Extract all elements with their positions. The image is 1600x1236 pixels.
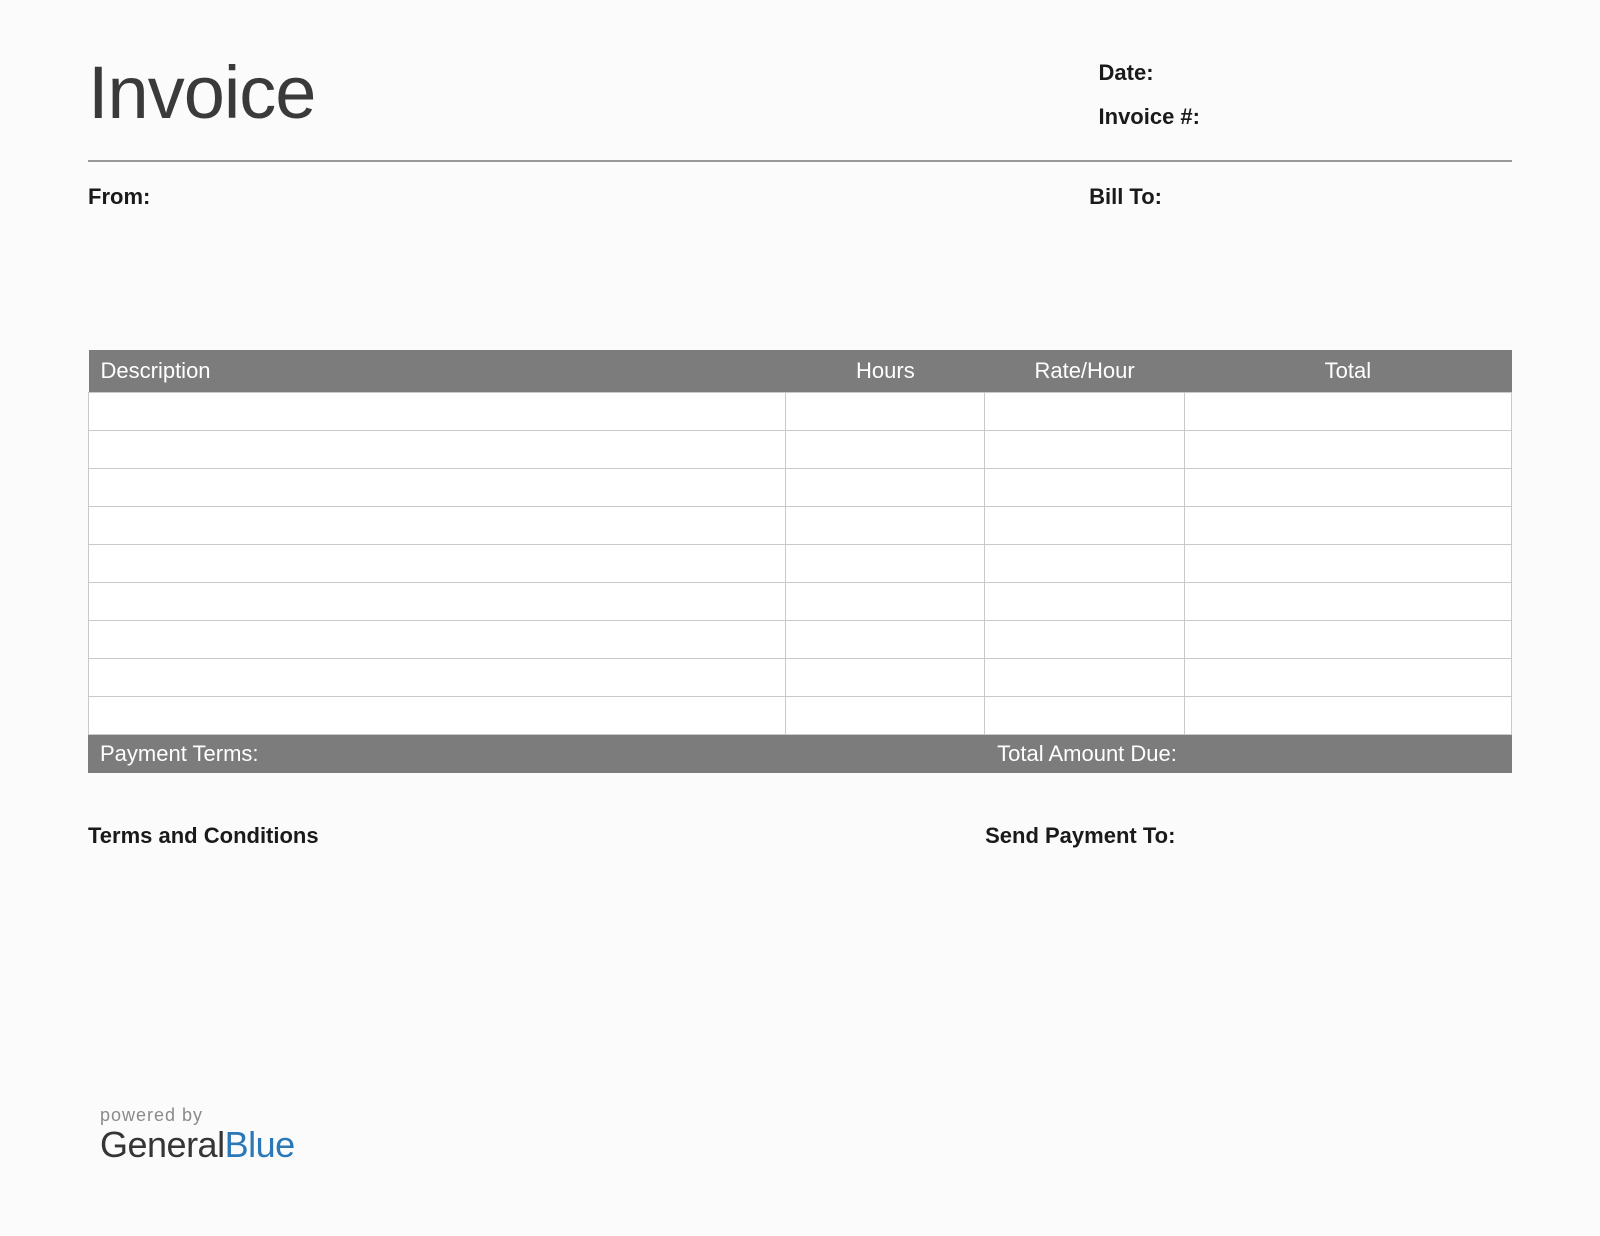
cell-total[interactable] xyxy=(1184,507,1511,545)
cell-rate[interactable] xyxy=(985,393,1184,431)
invoice-header: Invoice Date: Invoice #: xyxy=(88,50,1512,162)
cell-total[interactable] xyxy=(1184,469,1511,507)
col-description: Description xyxy=(89,350,786,393)
brand-general: General xyxy=(100,1124,225,1165)
cell-description[interactable] xyxy=(89,659,786,697)
cell-hours[interactable] xyxy=(786,621,985,659)
cell-description[interactable] xyxy=(89,583,786,621)
cell-rate[interactable] xyxy=(985,621,1184,659)
payment-terms-label: Payment Terms: xyxy=(88,735,985,773)
table-row xyxy=(89,621,1512,659)
page-title: Invoice xyxy=(88,56,315,130)
cell-hours[interactable] xyxy=(786,583,985,621)
cell-hours[interactable] xyxy=(786,697,985,735)
table-row xyxy=(89,659,1512,697)
cell-total[interactable] xyxy=(1184,697,1511,735)
brand-blue: Blue xyxy=(225,1124,295,1165)
cell-rate[interactable] xyxy=(985,469,1184,507)
cell-description[interactable] xyxy=(89,697,786,735)
brand-logo: GeneralBlue xyxy=(100,1126,295,1164)
cell-rate[interactable] xyxy=(985,659,1184,697)
cell-rate[interactable] xyxy=(985,697,1184,735)
cell-rate[interactable] xyxy=(985,507,1184,545)
invoice-number-label: Invoice #: xyxy=(1099,104,1200,130)
cell-hours[interactable] xyxy=(786,431,985,469)
cell-hours[interactable] xyxy=(786,545,985,583)
cell-description[interactable] xyxy=(89,469,786,507)
bottom-section: Terms and Conditions Send Payment To: xyxy=(88,823,1512,849)
cell-total[interactable] xyxy=(1184,431,1511,469)
table-header-row: Description Hours Rate/Hour Total xyxy=(89,350,1512,393)
cell-hours[interactable] xyxy=(786,507,985,545)
cell-description[interactable] xyxy=(89,621,786,659)
cell-description[interactable] xyxy=(89,507,786,545)
table-row xyxy=(89,431,1512,469)
invoice-table: Description Hours Rate/Hour Total xyxy=(88,350,1512,735)
cell-hours[interactable] xyxy=(786,469,985,507)
table-footer-bar: Payment Terms: Total Amount Due: xyxy=(88,735,1512,773)
col-rate: Rate/Hour xyxy=(985,350,1184,393)
send-payment-to-label: Send Payment To: xyxy=(985,823,1512,849)
table-row xyxy=(89,469,1512,507)
parties-section: From: Bill To: xyxy=(88,184,1512,210)
table-row xyxy=(89,583,1512,621)
cell-total[interactable] xyxy=(1184,545,1511,583)
invoice-meta: Date: Invoice #: xyxy=(1099,60,1200,148)
cell-total[interactable] xyxy=(1184,621,1511,659)
terms-conditions-label: Terms and Conditions xyxy=(88,823,985,849)
table-row xyxy=(89,393,1512,431)
total-amount-due-label: Total Amount Due: xyxy=(985,735,1512,773)
col-hours: Hours xyxy=(786,350,985,393)
cell-total[interactable] xyxy=(1184,659,1511,697)
cell-hours[interactable] xyxy=(786,659,985,697)
cell-total[interactable] xyxy=(1184,583,1511,621)
date-label: Date: xyxy=(1099,60,1200,86)
col-total: Total xyxy=(1184,350,1511,393)
cell-rate[interactable] xyxy=(985,583,1184,621)
cell-hours[interactable] xyxy=(786,393,985,431)
powered-by-text: powered by xyxy=(100,1105,295,1126)
cell-rate[interactable] xyxy=(985,431,1184,469)
cell-rate[interactable] xyxy=(985,545,1184,583)
table-row xyxy=(89,545,1512,583)
table-row xyxy=(89,507,1512,545)
cell-description[interactable] xyxy=(89,393,786,431)
cell-description[interactable] xyxy=(89,545,786,583)
table-row xyxy=(89,697,1512,735)
branding: powered by GeneralBlue xyxy=(100,1105,295,1164)
cell-total[interactable] xyxy=(1184,393,1511,431)
cell-description[interactable] xyxy=(89,431,786,469)
from-label: From: xyxy=(88,184,150,210)
bill-to-label: Bill To: xyxy=(1089,184,1162,210)
